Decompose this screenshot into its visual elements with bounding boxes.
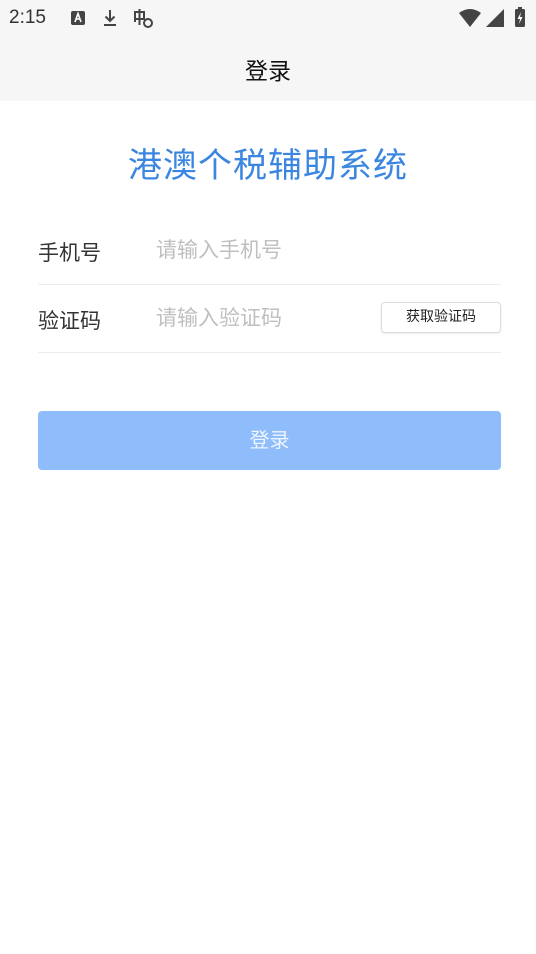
battery-charging-icon bbox=[515, 7, 525, 27]
phone-row: 手机号 bbox=[38, 216, 501, 285]
status-bar: 2:15 bbox=[0, 0, 536, 36]
page-title: 登录 bbox=[245, 59, 291, 85]
wifi-icon bbox=[459, 9, 481, 27]
login-button[interactable]: 登录 bbox=[38, 411, 501, 470]
cell-signal-icon bbox=[486, 9, 504, 27]
code-label: 验证码 bbox=[38, 309, 101, 333]
download-icon bbox=[104, 10, 116, 26]
bug-icon bbox=[134, 9, 153, 28]
phone-label: 手机号 bbox=[38, 241, 101, 265]
status-time: 2:15 bbox=[9, 7, 46, 28]
code-input[interactable] bbox=[156, 298, 366, 338]
phone-input[interactable] bbox=[156, 230, 486, 270]
system-title: 港澳个税辅助系统 bbox=[128, 146, 408, 186]
get-code-button[interactable]: 获取验证码 bbox=[381, 302, 501, 333]
code-row: 验证码 获取验证码 bbox=[38, 284, 501, 353]
app-bar: 登录 bbox=[0, 36, 536, 101]
notification-a-icon bbox=[71, 11, 85, 25]
